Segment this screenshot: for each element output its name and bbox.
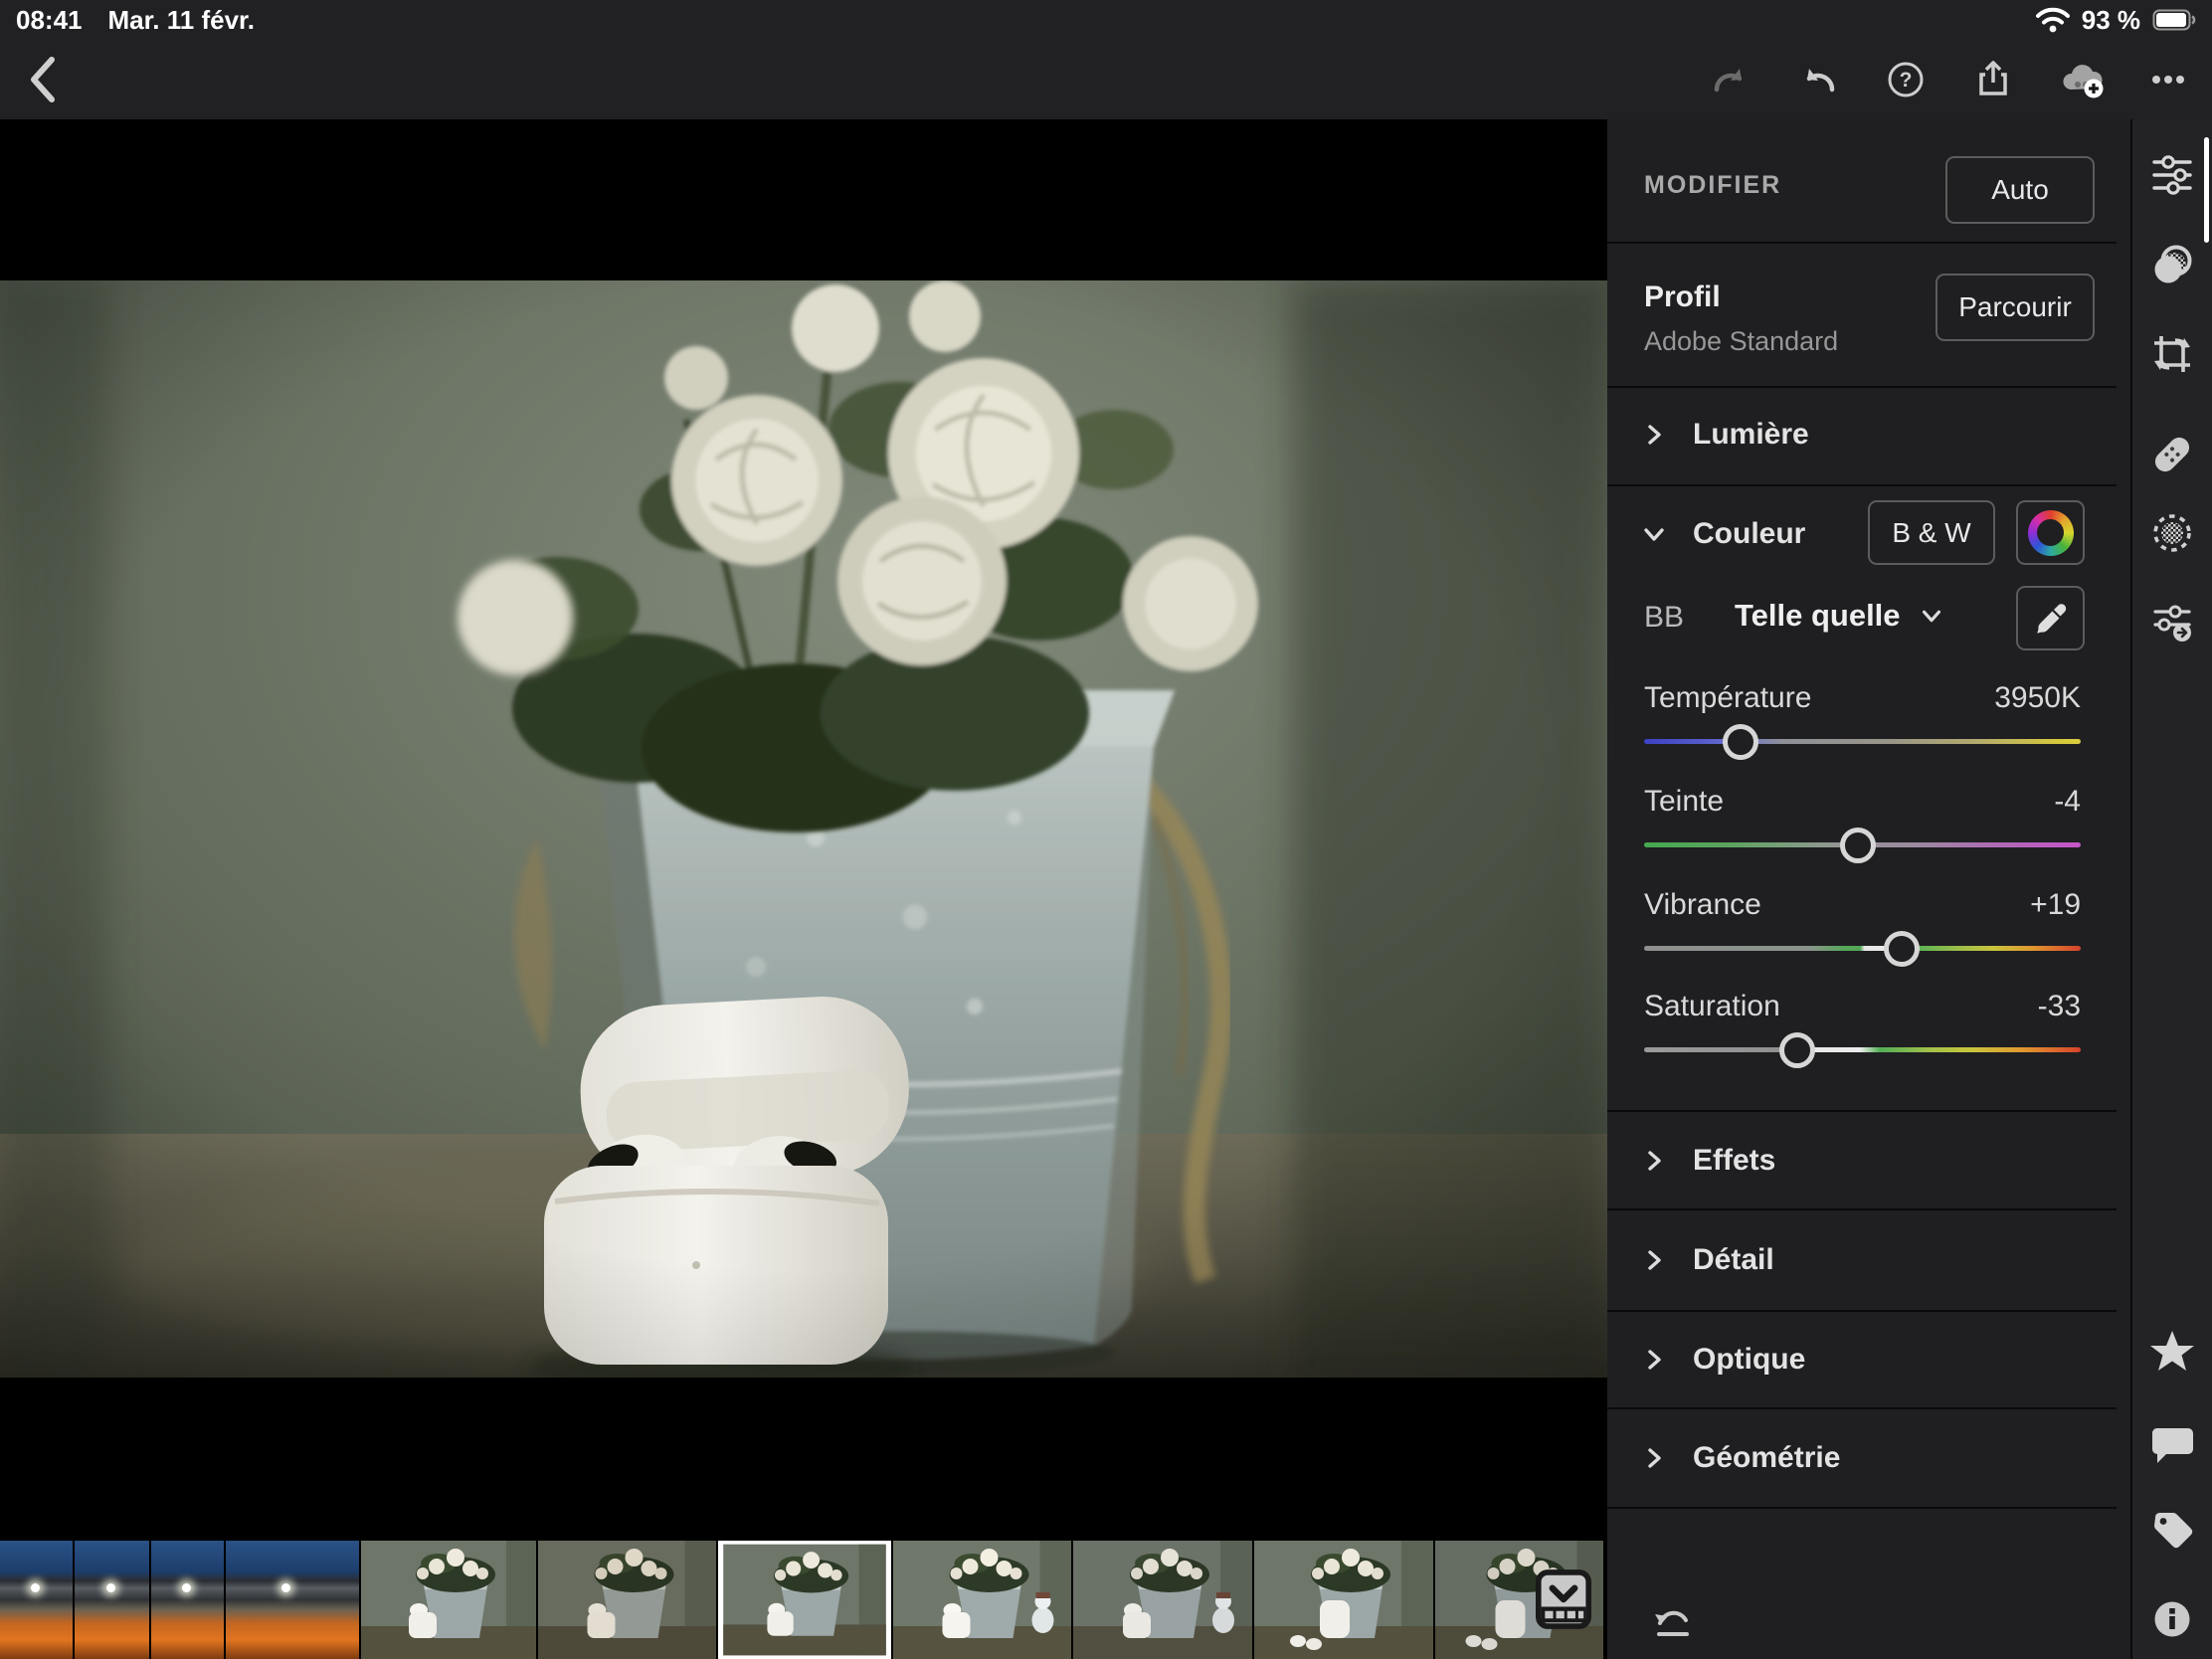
clock: 08:41 [16,5,83,36]
divider [1607,1110,2117,1112]
tint-knob[interactable] [1840,828,1876,863]
slider-vibrance: Vibrance +19 [1644,888,2081,922]
edit-panel: MODIFIER Auto Profil Adobe Standard Parc… [1607,119,2130,1659]
redo-icon[interactable] [1711,60,1751,99]
slider-value: +19 [2030,888,2081,922]
slider-label: Température [1644,681,1811,715]
profile-label: Profil [1644,280,1721,314]
battery-percent: 93 % [2082,5,2140,36]
battery-icon [2152,8,2196,32]
section-label: Lumière [1693,418,1809,452]
filmstrip-thumb[interactable] [0,1541,73,1659]
slider-value: -33 [2038,990,2081,1023]
wb-eyedropper-button[interactable] [2016,586,2085,650]
filmstrip-thumb[interactable] [1073,1541,1252,1659]
slider-teinte: Teinte -4 [1644,785,2081,819]
tool-rail [2130,119,2212,1659]
more-icon[interactable] [2148,60,2188,99]
divider [1607,386,2117,388]
slider-temperature: Température 3950K [1644,681,2081,715]
white-balance-value: Telle quelle [1735,598,1901,634]
white-balance-select[interactable]: Telle quelle [1735,598,1944,634]
chevron-right-icon [1640,1346,1668,1374]
chevron-down-icon [1919,603,1944,629]
section-label: Effets [1693,1144,1775,1178]
chevron-right-icon [1640,1147,1668,1175]
slider-label: Vibrance [1644,888,1761,922]
slider-value: 3950K [1994,681,2081,715]
photo-canvas[interactable] [0,119,1607,1541]
undo-icon[interactable] [1798,60,1838,99]
filmstrip-thumb[interactable] [893,1541,1071,1659]
filmstrip-thumb[interactable] [361,1541,536,1659]
temperature-knob[interactable] [1723,724,1758,760]
chevron-right-icon [1640,421,1668,449]
divider [1607,1310,2117,1312]
profile-value: Adobe Standard [1644,326,1838,357]
filmstrip-thumb[interactable] [1435,1541,1603,1659]
filmstrip [0,1541,1607,1659]
slider-saturation: Saturation -33 [1644,990,2081,1023]
filmstrip-thumb[interactable] [75,1541,149,1659]
keyword-tag-icon[interactable] [2148,1507,2196,1555]
color-wheel-icon [2028,510,2074,556]
section-label: Optique [1693,1343,1805,1377]
lens-blur-icon[interactable] [2148,242,2196,289]
back-button[interactable] [22,52,66,107]
saturation-knob[interactable] [1779,1032,1815,1068]
cloud-add-icon[interactable] [2061,60,2101,99]
chevron-down-icon [1640,520,1668,548]
slider-label: Saturation [1644,990,1780,1023]
filmstrip-thumb[interactable] [538,1541,716,1659]
help-icon[interactable]: ? [1886,60,1926,99]
auto-button[interactable]: Auto [1945,156,2095,224]
panel-title: MODIFIER [1644,171,1781,200]
white-balance-label: BB [1644,601,1684,635]
chevron-right-icon [1640,1444,1668,1472]
slider-label: Teinte [1644,785,1724,819]
tint-track[interactable] [1644,842,2081,847]
vibrance-knob[interactable] [1884,931,1920,967]
browse-profiles-button[interactable]: Parcourir [1936,274,2095,341]
temperature-track[interactable] [1644,739,2081,744]
divider [1607,242,2117,244]
comment-bubble-icon[interactable] [2148,1418,2196,1466]
slider-value: -4 [2054,785,2081,819]
divider [1607,1407,2117,1409]
share-icon[interactable] [1973,60,2013,99]
color-mix-button[interactable] [2016,500,2085,565]
wifi-icon [2036,7,2070,33]
panel-scrollbar[interactable] [2204,137,2209,243]
filmstrip-thumb-selected[interactable] [718,1541,891,1659]
bw-button[interactable]: B & W [1868,500,1995,565]
status-bar: 08:41 Mar. 11 févr. 93 % [0,0,2212,40]
reset-edits-button[interactable] [1651,1601,1695,1645]
filmstrip-thumb[interactable] [226,1541,359,1659]
date: Mar. 11 févr. [108,5,255,36]
saturation-track[interactable] [1644,1047,2081,1052]
svg-text:?: ? [1900,69,1913,92]
chevron-right-icon [1640,1246,1668,1274]
filmstrip-thumb[interactable] [1254,1541,1433,1659]
divider [1607,1208,2117,1210]
local-adjust-icon[interactable] [2148,597,2196,645]
edit-sliders-icon[interactable] [2148,151,2196,199]
section-label: Couleur [1693,517,1805,551]
top-toolbar: ? [0,40,2212,119]
photo-flowerpot-airpods [0,280,1607,1378]
section-label: Détail [1693,1243,1774,1277]
thumbnail-picker-badge [1536,1568,1591,1630]
healing-bandaid-icon[interactable] [2148,431,2196,478]
vibrance-track[interactable] [1644,946,2081,951]
eyedropper-icon [2031,599,2071,639]
divider [1607,1507,2117,1509]
lightroom-edit-screen: 08:41 Mar. 11 févr. 93 % ? [0,0,2212,1659]
section-label: Géométrie [1693,1441,1840,1475]
divider [1607,484,2117,486]
info-icon[interactable] [2148,1595,2196,1643]
masking-icon[interactable] [2148,509,2196,557]
crop-rotate-icon[interactable] [2148,330,2196,378]
filmstrip-thumb[interactable] [151,1541,224,1659]
rating-star-icon[interactable] [2148,1327,2196,1375]
